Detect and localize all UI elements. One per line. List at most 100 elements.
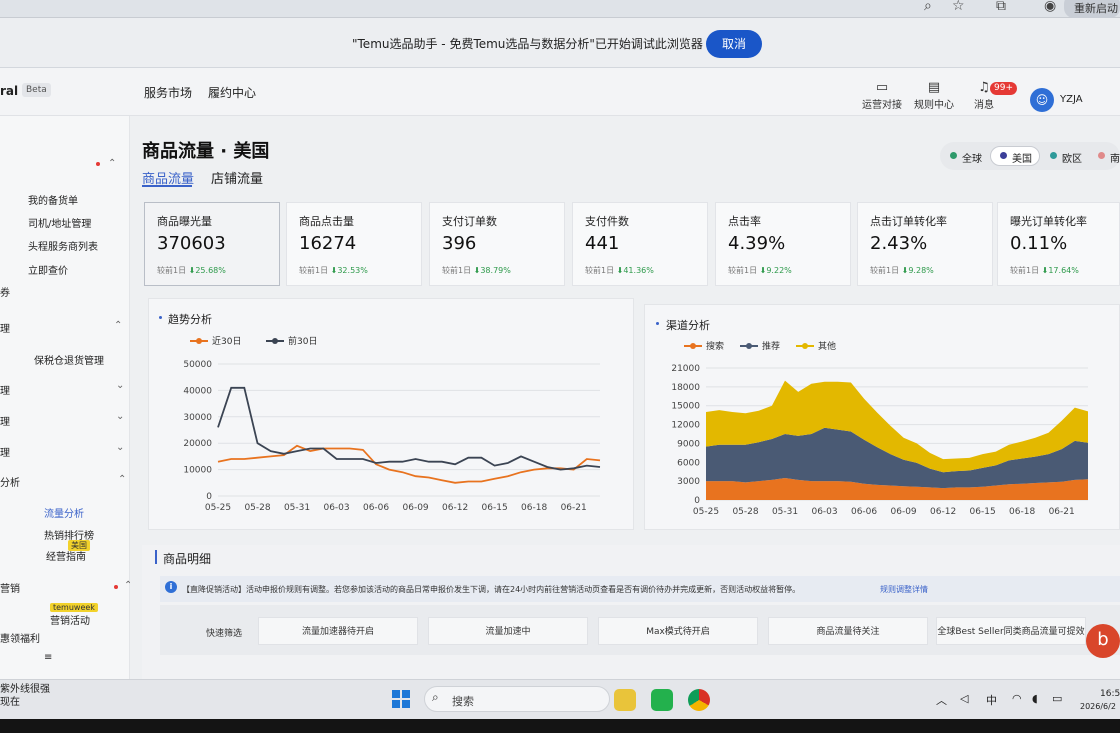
- x-tick-label: 06-03: [811, 507, 837, 517]
- chevron-up-icon[interactable]: ⌃: [118, 474, 126, 485]
- volume-icon[interactable]: ◖: [1032, 692, 1038, 705]
- collapse-menu-icon[interactable]: ≡: [44, 652, 52, 663]
- sidebar-item-benefits[interactable]: 惠领福利: [0, 630, 40, 645]
- section-accent-bar: [155, 550, 157, 564]
- chevron-down-icon[interactable]: ⌄: [116, 442, 124, 453]
- metric-card-clicks[interactable]: 商品点击量 16274 较前1日 ⬇32.53%: [286, 202, 422, 286]
- sidebar-group-manage-1[interactable]: 理: [0, 320, 10, 335]
- notice-text: 【直降促销活动】活动申报价规则有调整。若您参加该活动的商品日常申报价发生下调，请…: [182, 585, 801, 594]
- nav-service-market[interactable]: 服务市场: [144, 84, 192, 101]
- user-avatar[interactable]: ☺: [1030, 88, 1054, 112]
- chevron-up-icon[interactable]: ⌃: [108, 158, 116, 169]
- series-line: [217, 386, 601, 471]
- x-tick-label: 06-21: [1049, 507, 1075, 517]
- user-name[interactable]: YZJA: [1060, 94, 1083, 105]
- region-global[interactable]: 全球: [962, 150, 982, 165]
- wifi-icon[interactable]: ◠: [1012, 692, 1022, 705]
- metric-value: 370603: [157, 233, 226, 254]
- star-icon[interactable]: ☆: [952, 0, 965, 14]
- metric-card-units[interactable]: 支付件数 441 较前1日 ⬇41.36%: [572, 202, 708, 286]
- screen-bezel: [0, 719, 1120, 733]
- cancel-button[interactable]: 取消: [706, 30, 762, 58]
- x-tick-label: 05-25: [205, 503, 231, 513]
- sidebar-item-my-stock-orders[interactable]: 我的备货单: [28, 192, 78, 207]
- sidebar-group-marketing[interactable]: 营销: [0, 580, 20, 595]
- notification-message: "Temu选品助手 - 免费Temu选品与数据分析"已开始调试此浏览器: [352, 37, 703, 51]
- region-dot: [1050, 152, 1057, 159]
- rule-center-button[interactable]: ▤ 规则中心: [912, 80, 956, 111]
- sidebar-group-analysis[interactable]: 分析: [0, 474, 20, 489]
- filter-max-mode-pending[interactable]: Max模式待开启: [598, 617, 758, 645]
- chevron-down-icon[interactable]: ⌄: [116, 380, 124, 391]
- chevron-down-icon[interactable]: ⌄: [116, 411, 124, 422]
- search-icon[interactable]: ⌕: [924, 0, 932, 14]
- sidebar-item-carrier-list[interactable]: 头程服务商列表: [28, 238, 98, 253]
- region-dot: [1000, 152, 1007, 159]
- sidebar-item-traffic-analysis[interactable]: 流量分析: [44, 505, 84, 520]
- region-dot: [950, 152, 957, 159]
- x-tick-label: 06-15: [482, 503, 508, 513]
- filter-traffic-watch[interactable]: 商品流量待关注: [768, 617, 928, 645]
- rule-details-link[interactable]: 规则调整详情: [880, 584, 928, 595]
- x-tick-label: 05-28: [732, 507, 758, 517]
- sidebar-item-quote[interactable]: 立即查价: [28, 262, 68, 277]
- browser-toolbar: ⌕ ☆ ⧉ ◉ 重新启动: [0, 0, 1120, 18]
- sidebar-group-manage-4[interactable]: 理: [0, 444, 10, 459]
- filter-global-best-seller[interactable]: 全球Best Seller同类商品流量可提效: [936, 617, 1086, 645]
- region-eu[interactable]: 欧区: [1062, 150, 1082, 165]
- nav-fulfillment-center[interactable]: 履约中心: [208, 84, 256, 101]
- metric-card-exposure-conversion[interactable]: 曝光订单转化率 0.11% 较前1日 ⬇17.64%: [997, 202, 1120, 286]
- sidebar-item-business-guide[interactable]: 经营指南: [46, 548, 86, 563]
- sidebar-item-marketing-activities[interactable]: 营销活动: [50, 612, 90, 627]
- battery-icon[interactable]: ▭: [1052, 692, 1062, 705]
- extension-icon[interactable]: ⧉: [996, 0, 1006, 14]
- restart-button[interactable]: 重新启动: [1064, 0, 1120, 18]
- y-tick-label: 0: [206, 492, 212, 502]
- y-tick-label: 0: [694, 496, 700, 506]
- sidebar-item-driver-address[interactable]: 司机/地址管理: [28, 215, 91, 230]
- y-tick-label: 18000: [671, 383, 700, 393]
- x-tick-label: 06-18: [1009, 507, 1035, 517]
- wechat-icon[interactable]: [651, 689, 673, 711]
- windows-start-icon[interactable]: [392, 690, 410, 708]
- quick-filter-label: 快速筛选: [206, 629, 243, 639]
- chevron-up-icon[interactable]: ⌃: [114, 320, 122, 331]
- region-other[interactable]: 南: [1110, 150, 1120, 165]
- ops-contact-button[interactable]: ▭ 运营对接: [860, 80, 904, 111]
- sidebar-group-manage-2[interactable]: 理: [0, 382, 10, 397]
- app-icon-yellow[interactable]: [614, 689, 636, 711]
- trend-analysis-title: 趋势分析: [168, 313, 212, 326]
- y-tick-label: 6000: [677, 458, 700, 468]
- taskbar-time[interactable]: 16:5: [1100, 689, 1120, 699]
- metric-card-exposure[interactable]: 商品曝光量 370603 较前1日 ⬇25.68%: [144, 202, 280, 286]
- x-tick-label: 05-31: [772, 507, 798, 517]
- filter-accelerator-pending[interactable]: 流量加速器待开启: [258, 617, 418, 645]
- legend-label: 推荐: [762, 340, 780, 352]
- x-tick-label: 06-12: [442, 503, 468, 513]
- x-tick-label: 06-18: [521, 503, 547, 513]
- legend-label: 其他: [818, 340, 836, 352]
- input-method-indicator[interactable]: 中: [986, 692, 997, 708]
- region-dot: [1098, 152, 1105, 159]
- top-navigation: ral Beta 服务市场 履约中心 ▭ 运营对接 ▤ 规则中心 ♫ 消息 99+: [0, 68, 1120, 116]
- location-icon[interactable]: ◁: [960, 692, 968, 705]
- chrome-icon[interactable]: [688, 689, 710, 711]
- metric-card-click-conversion[interactable]: 点击订单转化率 2.43% 较前1日 ⬇9.28%: [857, 202, 993, 286]
- profile-icon[interactable]: ◉: [1044, 0, 1056, 14]
- sidebar-group-manage-3[interactable]: 理: [0, 413, 10, 428]
- floating-assistant-button[interactable]: b: [1086, 624, 1120, 658]
- metric-card-ctr[interactable]: 点击率 4.39% 较前1日 ⬇9.22%: [715, 202, 851, 286]
- taskbar-date[interactable]: 2026/6/2: [1080, 702, 1116, 711]
- panel-bullet: [656, 322, 659, 325]
- sidebar-item-coupon[interactable]: 券: [0, 284, 10, 299]
- tray-expand-icon[interactable]: ︿: [936, 692, 947, 708]
- sidebar-item-bonded-returns[interactable]: 保税仓退货管理: [34, 352, 104, 367]
- region-us[interactable]: 美国: [1012, 150, 1032, 165]
- filter-accelerating[interactable]: 流量加速中: [428, 617, 588, 645]
- trend-chart: 近30日 前30日 0 10000 20000 30000 40000 50000 05-25 0…: [183, 335, 601, 513]
- legend-marker: [746, 343, 752, 349]
- metric-card-orders[interactable]: 支付订单数 396 较前1日 ⬇38.79%: [429, 202, 565, 286]
- tab-store-traffic[interactable]: 店铺流量: [211, 168, 263, 187]
- active-tab-indicator: [142, 185, 192, 187]
- brand-name: ral: [0, 84, 19, 98]
